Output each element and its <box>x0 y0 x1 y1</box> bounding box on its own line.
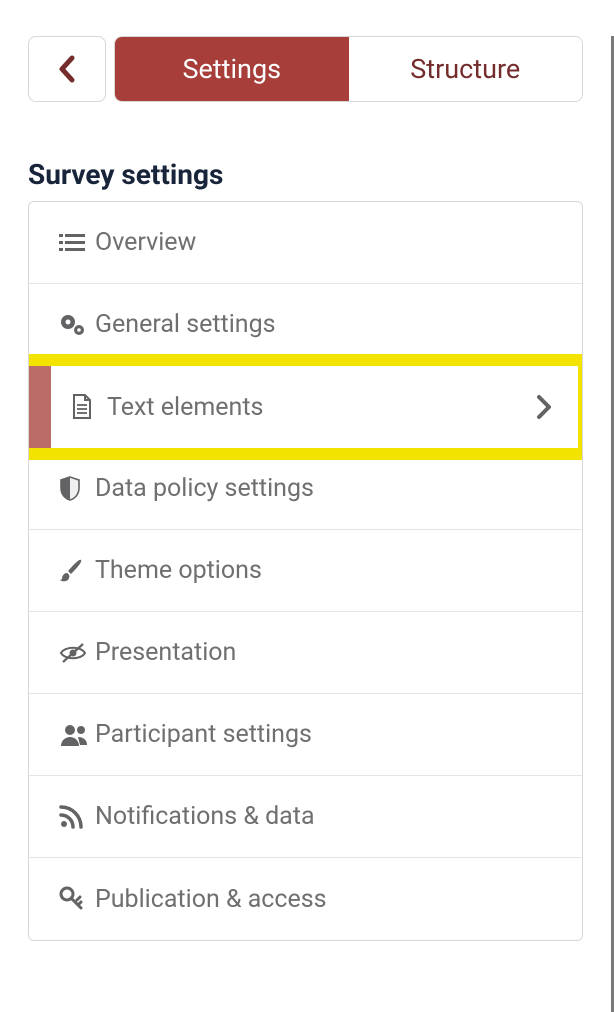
tab-settings[interactable]: Settings <box>115 37 349 101</box>
tab-structure-label: Structure <box>410 53 520 85</box>
shield-icon <box>59 476 93 502</box>
gears-icon <box>59 313 93 337</box>
menu-item-label: Participant settings <box>95 720 312 749</box>
chevron-right-icon <box>536 394 552 420</box>
rss-icon <box>59 805 93 829</box>
menu-item-notifications[interactable]: Notifications & data <box>29 776 582 858</box>
chevron-left-icon <box>58 55 76 83</box>
brush-icon <box>59 558 93 584</box>
section-title: Survey settings <box>28 158 583 191</box>
tab-group: Settings Structure <box>114 36 583 102</box>
menu-item-presentation[interactable]: Presentation <box>29 612 582 694</box>
menu-item-theme[interactable]: Theme options <box>29 530 582 612</box>
back-button[interactable] <box>28 36 106 102</box>
settings-menu: Overview General settings <box>28 201 583 941</box>
menu-item-participant[interactable]: Participant settings <box>29 694 582 776</box>
menu-item-label: Theme options <box>95 556 262 585</box>
menu-item-label: General settings <box>95 310 276 339</box>
menu-item-overview[interactable]: Overview <box>29 202 582 284</box>
tab-settings-label: Settings <box>182 53 281 85</box>
menu-item-label: Presentation <box>95 638 236 667</box>
menu-item-publication[interactable]: Publication & access <box>29 858 582 940</box>
document-icon <box>71 394 105 420</box>
key-icon <box>59 886 93 912</box>
users-icon <box>59 723 93 747</box>
menu-item-label: Notifications & data <box>95 802 315 831</box>
menu-item-data-policy[interactable]: Data policy settings <box>29 448 582 530</box>
menu-item-general[interactable]: General settings <box>29 284 582 366</box>
eye-slash-icon <box>59 642 93 664</box>
menu-item-label: Data policy settings <box>95 474 314 503</box>
menu-item-label: Publication & access <box>95 885 327 914</box>
tab-structure[interactable]: Structure <box>349 37 583 101</box>
list-icon <box>59 232 93 254</box>
menu-item-text-elements[interactable]: Text elements <box>29 366 582 448</box>
menu-item-label: Text elements <box>107 393 263 422</box>
menu-item-label: Overview <box>95 228 196 257</box>
top-tabs: Settings Structure <box>28 36 583 102</box>
